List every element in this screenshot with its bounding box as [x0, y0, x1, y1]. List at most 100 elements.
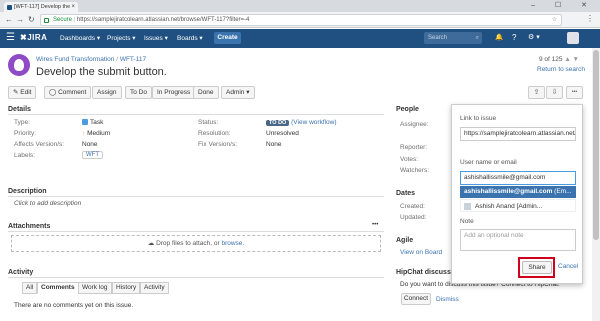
user-email-input[interactable]: ashishallissmile@gmail.com: [460, 171, 576, 185]
edit-button[interactable]: ✎ Edit: [8, 86, 37, 99]
connect-button[interactable]: Connect: [401, 293, 431, 305]
priority-text: Medium: [87, 130, 111, 137]
description-divider: [8, 196, 384, 197]
tab-all[interactable]: All: [22, 282, 38, 294]
type-text: Task: [90, 119, 104, 126]
suggestion-user-text: Ashish Anand [Admin...: [475, 203, 543, 210]
tab-title: [WFT-117] Develop the: [14, 4, 71, 10]
notifications-icon[interactable]: 🔔: [495, 33, 503, 41]
affects-version-value[interactable]: None: [82, 141, 98, 148]
nav-dashboards[interactable]: Dashboards ▾: [60, 34, 100, 42]
dates-heading: Dates: [396, 190, 416, 197]
window-controls[interactable]: – ☐ ✕: [531, 1, 596, 9]
more-actions-icon[interactable]: •••: [566, 86, 583, 99]
view-workflow-link[interactable]: (View workflow): [291, 119, 336, 126]
pager-count: 9 of 125: [539, 56, 563, 63]
assign-button[interactable]: Assign: [92, 86, 122, 99]
settings-icon[interactable]: ⚙ ▾: [528, 33, 540, 41]
jira-favicon-icon: [7, 5, 12, 10]
suggestion-user[interactable]: Ashish Anand [Admin...: [460, 199, 576, 212]
page-scrollbar[interactable]: [592, 48, 600, 321]
watchers-label: Watchers:: [400, 167, 430, 174]
drop-text: Drop files to attach, or: [156, 240, 220, 247]
issue-pager: 9 of 125 ▲ ▼: [539, 56, 579, 63]
note-textarea[interactable]: Add an optional note: [460, 229, 576, 251]
tab-activity[interactable]: Activity: [140, 282, 169, 294]
attachments-more-icon[interactable]: •••: [372, 222, 378, 228]
back-icon[interactable]: ←: [5, 15, 13, 24]
export-icon[interactable]: ⇩: [546, 86, 563, 99]
project-avatar[interactable]: [8, 54, 30, 76]
nav-issues[interactable]: Issues ▾: [144, 34, 168, 42]
updated-label: Updated:: [400, 214, 427, 221]
suggestion-email[interactable]: ashishallissmile@gmail.com (Em...: [460, 186, 576, 198]
reload-icon[interactable]: ↻: [28, 15, 35, 24]
bookmark-star-icon[interactable]: ☆: [552, 15, 557, 26]
comment-button[interactable]: ◯ Comment: [44, 86, 92, 99]
tab-work-log[interactable]: Work log: [78, 282, 112, 294]
todo-button[interactable]: To Do: [125, 86, 152, 99]
forward-icon[interactable]: →: [16, 15, 24, 24]
search-placeholder: Search: [428, 35, 448, 41]
tab-comments[interactable]: Comments: [37, 282, 79, 294]
app-switcher-icon[interactable]: ☰: [6, 32, 15, 43]
browse-link[interactable]: browse.: [221, 240, 244, 247]
jira-search-input[interactable]: Search ⌕: [424, 32, 482, 44]
help-icon[interactable]: ?: [512, 33, 516, 42]
attachment-drop-zone[interactable]: ☁ Drop files to attach, or browse.: [11, 235, 381, 252]
upload-cloud-icon: ☁: [147, 240, 157, 247]
reporter-label: Reporter:: [400, 144, 428, 151]
type-value[interactable]: Task: [82, 119, 103, 126]
address-bar-row: ← → ↻ Secure | https://samplejiratcolear…: [0, 12, 600, 28]
priority-value[interactable]: ↑ Medium: [82, 130, 110, 137]
activity-divider: [8, 277, 384, 278]
priority-medium-icon: ↑: [82, 130, 86, 137]
suggestion-email-rest: (Em...: [552, 188, 572, 195]
share-icon[interactable]: ⇪: [528, 86, 545, 99]
affects-version-label: Affects Version/s:: [14, 141, 65, 148]
admin-dropdown[interactable]: Admin ▾: [221, 86, 255, 99]
lock-icon: [44, 18, 49, 23]
nav-boards[interactable]: Boards ▾: [177, 34, 203, 42]
fix-version-value[interactable]: None: [266, 141, 282, 148]
attachments-heading: Attachments: [8, 223, 51, 230]
return-to-search-link[interactable]: Return to search: [537, 66, 585, 73]
browser-menu-icon[interactable]: ⋮: [586, 14, 594, 23]
jira-top-nav: ☰ ✖JIRA Dashboards ▾ Projects ▾ Issues ▾…: [0, 29, 600, 48]
jira-logo[interactable]: ✖JIRA: [20, 33, 47, 42]
activity-heading: Activity: [8, 269, 34, 276]
user-avatar-icon: [464, 203, 471, 210]
votes-label: Votes:: [400, 156, 419, 163]
issue-summary[interactable]: Develop the submit button.: [36, 66, 167, 78]
note-label: Note: [460, 218, 474, 225]
user-email-label: User name or email: [460, 159, 517, 166]
type-label: Type:: [14, 119, 30, 126]
scrollbar-thumb[interactable]: [593, 50, 599, 240]
label-tag[interactable]: WFT: [82, 151, 103, 159]
nav-projects[interactable]: Projects ▾: [107, 34, 136, 42]
details-heading: Details: [8, 106, 31, 113]
create-button[interactable]: Create: [214, 32, 241, 44]
in-progress-button[interactable]: In Progress: [152, 86, 196, 99]
labels-label: Labels:: [14, 152, 35, 159]
description-placeholder[interactable]: Click to add description: [14, 200, 81, 207]
issue-link-field[interactable]: https://samplejiratcolearn.atlassian.net…: [460, 127, 576, 141]
labels-value[interactable]: WFT: [82, 151, 103, 159]
url-field[interactable]: Secure | https://samplejiratcolearn.atla…: [40, 14, 562, 26]
tab-close-icon[interactable]: ×: [71, 2, 75, 12]
dismiss-link[interactable]: Dismiss: [436, 296, 459, 303]
done-button[interactable]: Done: [193, 86, 219, 99]
view-on-board-link[interactable]: View on Board: [400, 249, 442, 256]
breadcrumb-project[interactable]: Wires Fund Transformation: [36, 56, 114, 63]
browser-tab[interactable]: [WFT-117] Develop the ×: [4, 2, 78, 12]
tab-history[interactable]: History: [112, 282, 141, 294]
share-issue-dialog: Link to issue https://samplejiratcolearn…: [451, 104, 583, 284]
resolution-label: Resolution:: [198, 130, 231, 137]
agile-heading: Agile: [396, 237, 414, 244]
cancel-link[interactable]: Cancel: [558, 263, 578, 270]
no-comments-text: There are no comments yet on this issue.: [14, 302, 134, 309]
breadcrumb-issue-key[interactable]: WFT-117: [120, 56, 146, 63]
pager-arrows-icon[interactable]: ▲ ▼: [564, 56, 579, 63]
user-avatar[interactable]: [567, 32, 579, 44]
breadcrumb: Wires Fund Transformation / WFT-117: [36, 56, 146, 63]
